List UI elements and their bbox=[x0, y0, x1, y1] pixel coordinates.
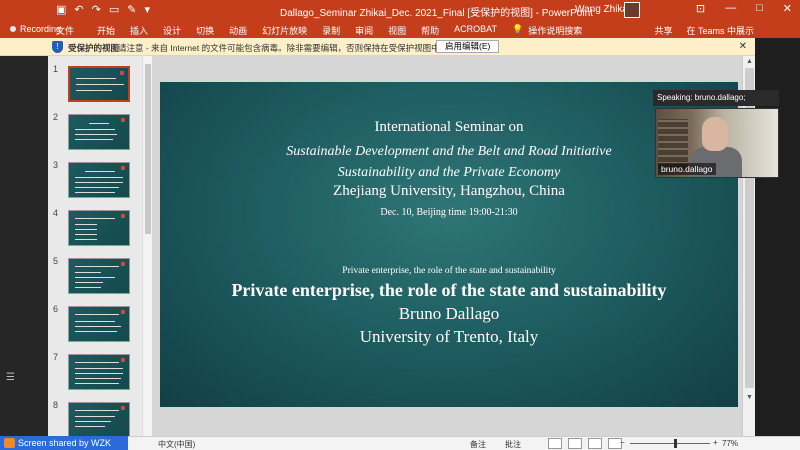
window-controls: ⊡ — □ ✕ bbox=[696, 2, 792, 15]
thumbnail-image bbox=[68, 66, 130, 102]
tab-transitions[interactable]: 切换 bbox=[196, 24, 214, 37]
ribbon-tabs: Recording 文件 开始 插入 设计 切换 动画 幻灯片放映 录制 审阅 … bbox=[0, 20, 800, 38]
recording-label: Recording bbox=[20, 24, 62, 34]
teams-present-button[interactable]: 在 Teams 中展示 bbox=[686, 24, 754, 37]
zoom-in-icon[interactable]: + bbox=[713, 438, 718, 447]
list-icon[interactable]: ☰ bbox=[6, 372, 15, 383]
zoom-out-icon[interactable]: − bbox=[620, 438, 625, 447]
slide-venue: Zhejiang University, Hangzhou, China bbox=[333, 183, 565, 199]
thumbnail-image bbox=[68, 258, 130, 294]
tab-design[interactable]: 设计 bbox=[163, 24, 181, 37]
participant-name: bruno.dallago bbox=[658, 163, 716, 175]
comments-button[interactable]: 批注 bbox=[505, 439, 521, 450]
speaking-indicator: Speaking: bruno.dallago; bbox=[653, 90, 779, 106]
redo-icon[interactable]: ↷ bbox=[92, 3, 101, 16]
zoom-slider-handle[interactable] bbox=[674, 439, 677, 448]
slide-title: Private enterprise, the role of the stat… bbox=[231, 280, 667, 300]
screen-share-banner[interactable]: Screen shared by WZK bbox=[0, 436, 128, 450]
thumbnail-image bbox=[68, 402, 130, 438]
enable-editing-button[interactable]: 启用编辑(E) bbox=[436, 40, 500, 53]
close-icon[interactable]: ✕ bbox=[739, 41, 747, 52]
avatar[interactable] bbox=[624, 2, 640, 18]
slide-small-title: Private enterprise, the role of the stat… bbox=[342, 266, 556, 276]
pen-icon[interactable]: ✎ bbox=[127, 3, 136, 16]
shield-icon: ! bbox=[52, 41, 63, 53]
customize-toolbar-icon[interactable]: ▾ bbox=[144, 3, 150, 16]
scrollbar-thumb[interactable] bbox=[145, 64, 151, 234]
tell-me-search[interactable]: 操作说明搜索 bbox=[528, 24, 582, 37]
slide-number: 2 bbox=[53, 112, 59, 122]
screen-share-icon bbox=[4, 438, 15, 448]
slide-seminar-subtopic: Sustainability and the Private Economy bbox=[337, 165, 561, 180]
save-icon[interactable]: ▣ bbox=[56, 3, 66, 16]
thumbnail-image bbox=[68, 162, 130, 198]
tab-slideshow[interactable]: 幻灯片放映 bbox=[262, 24, 307, 37]
slide-number: 1 bbox=[53, 64, 59, 74]
recording-dot-icon bbox=[10, 26, 16, 32]
slide-author: Bruno Dallago bbox=[398, 304, 500, 323]
current-slide[interactable]: International Seminar on Sustainable Dev… bbox=[160, 82, 738, 407]
restore-icon[interactable]: □ bbox=[756, 2, 763, 15]
share-button[interactable]: 共享 bbox=[654, 24, 672, 37]
start-from-beginning-icon[interactable]: ▭ bbox=[109, 3, 119, 16]
title-bar: ▣ ↶ ↷ ▭ ✎ ▾ Dallago_Seminar Zhikai_Dec. … bbox=[0, 0, 800, 20]
screen-share-label: Screen shared by WZK bbox=[18, 438, 112, 448]
tab-list: 文件 开始 插入 设计 切换 动画 幻灯片放映 录制 审阅 视图 帮助 ACRO… bbox=[56, 24, 582, 37]
minimize-icon[interactable]: — bbox=[725, 2, 736, 15]
ribbon-display-icon[interactable]: ⊡ bbox=[696, 2, 705, 15]
notes-button[interactable]: 备注 bbox=[470, 439, 486, 450]
zoom-side-strip: ☰ bbox=[0, 56, 48, 436]
tab-review[interactable]: 审阅 bbox=[355, 24, 373, 37]
thumbnail-image bbox=[68, 306, 130, 342]
slide-number: 3 bbox=[53, 160, 59, 170]
view-buttons bbox=[548, 438, 622, 449]
thumbnail-image bbox=[68, 210, 130, 246]
protected-view-label: 受保护的视图 bbox=[68, 43, 120, 53]
thumbnail-scrollbar[interactable] bbox=[142, 56, 152, 436]
user-name[interactable]: Wang Zhikai bbox=[575, 4, 630, 15]
close-icon[interactable]: ✕ bbox=[783, 2, 792, 15]
speaker-video[interactable]: bruno.dallago bbox=[655, 108, 779, 178]
slide-affiliation: University of Trento, Italy bbox=[359, 327, 539, 346]
tab-insert[interactable]: 插入 bbox=[130, 24, 148, 37]
tab-acrobat[interactable]: ACROBAT bbox=[454, 24, 497, 37]
normal-view-icon[interactable] bbox=[548, 438, 562, 449]
protected-view-message: 请注意 - 来自 Internet 的文件可能包含病毒。除非需要编辑，否则保持在… bbox=[118, 43, 483, 53]
slide-seminar-topic: Sustainable Development and the Belt and… bbox=[286, 144, 612, 159]
lightbulb-icon: 💡 bbox=[512, 24, 524, 34]
thumbnail-image bbox=[68, 114, 130, 150]
slide-number: 4 bbox=[53, 208, 59, 218]
quick-access-toolbar: ▣ ↶ ↷ ▭ ✎ ▾ bbox=[56, 3, 150, 16]
recording-indicator: Recording bbox=[10, 24, 61, 34]
scroll-down-icon[interactable]: ▼ bbox=[746, 394, 753, 401]
slide-number: 8 bbox=[53, 400, 59, 410]
slide-number: 7 bbox=[53, 352, 59, 362]
zoom-level[interactable]: 77% bbox=[722, 439, 738, 448]
thumbnail-image bbox=[68, 354, 130, 390]
powerpoint-window: ▣ ↶ ↷ ▭ ✎ ▾ Dallago_Seminar Zhikai_Dec. … bbox=[0, 0, 800, 450]
tab-view[interactable]: 视图 bbox=[388, 24, 406, 37]
ribbon-right: 共享 在 Teams 中展示 bbox=[654, 24, 754, 37]
language-indicator[interactable]: 中文(中国) bbox=[158, 439, 195, 450]
tab-home[interactable]: 开始 bbox=[97, 24, 115, 37]
slide-number: 5 bbox=[53, 256, 59, 266]
tab-animations[interactable]: 动画 bbox=[229, 24, 247, 37]
slide-sorter-icon[interactable] bbox=[568, 438, 582, 449]
reading-view-icon[interactable] bbox=[588, 438, 602, 449]
slide-number: 6 bbox=[53, 304, 59, 314]
slide-date: Dec. 10, Beijing time 19:00-21:30 bbox=[380, 207, 518, 218]
window-title: Dallago_Seminar Zhikai_Dec. 2021_Final [… bbox=[280, 8, 593, 19]
undo-icon[interactable]: ↶ bbox=[74, 3, 83, 16]
tab-record[interactable]: 录制 bbox=[322, 24, 340, 37]
tab-file[interactable]: 文件 bbox=[56, 24, 74, 37]
slide-seminar-heading: International Seminar on bbox=[374, 119, 524, 135]
zoom-slider[interactable] bbox=[630, 439, 710, 448]
bookshelf-background bbox=[658, 119, 688, 169]
protected-view-bar: ! 受保护的视图 请注意 - 来自 Internet 的文件可能包含病毒。除非需… bbox=[0, 38, 755, 56]
scroll-up-icon[interactable]: ▲ bbox=[746, 58, 753, 65]
tab-help[interactable]: 帮助 bbox=[421, 24, 439, 37]
speaker-face bbox=[702, 117, 728, 151]
